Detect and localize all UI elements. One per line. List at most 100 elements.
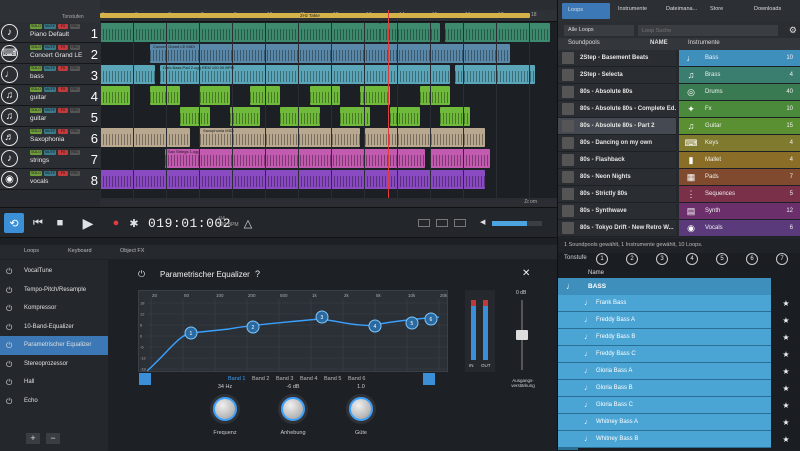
power-icon[interactable]: ⏻ [6, 304, 12, 314]
audio-clip[interactable] [280, 107, 320, 126]
strings-icon[interactable]: ♪ [1, 150, 18, 167]
solo-button[interactable]: SOLO [30, 45, 42, 50]
loop-item[interactable]: ♩ Gloria Bass C [558, 397, 771, 414]
star-icon[interactable]: ★ [773, 346, 799, 363]
instrument-row[interactable]: ♫ Guitar 15 [679, 118, 800, 135]
audio-clip[interactable] [365, 128, 485, 147]
guitar-icon[interactable]: ♫ [1, 87, 18, 104]
soundpool-row[interactable]: 80s - Flashback [558, 152, 676, 169]
audio-clip[interactable] [420, 86, 450, 105]
rec-button[interactable]: REC [70, 45, 80, 50]
mute-button[interactable]: MUTE [44, 66, 56, 71]
audio-clip[interactable] [390, 107, 420, 126]
audio-clip[interactable] [380, 23, 440, 42]
fx-button[interactable]: FX [58, 24, 68, 29]
audio-clip[interactable] [445, 23, 550, 42]
track-lane[interactable]: Saxophonia MIDI [100, 127, 557, 148]
track-header[interactable]: ⌨ SOLO MUTE FX REC Concert Grand LE 2 [0, 43, 100, 64]
bass-icon[interactable]: ♩ [1, 66, 18, 83]
tab-band-3[interactable]: Band 3 [276, 376, 293, 382]
instrument-row[interactable]: ⌨ Keys 4 [679, 135, 800, 152]
tonstufe-button[interactable]: 5 [716, 253, 728, 265]
solo-button[interactable]: SOLO [30, 87, 42, 92]
rewind-button[interactable]: ⏮ [28, 213, 48, 233]
effect-item[interactable]: ⏻ Hall [0, 373, 108, 392]
bass-group-header[interactable]: ♩ BASS [558, 278, 771, 295]
mute-button[interactable]: MUTE [44, 150, 56, 155]
effect-item[interactable]: ⏻ 10-Band-Equalizer [0, 318, 108, 337]
tab-band-6[interactable]: Band 6 [348, 376, 365, 382]
track-lane[interactable] [100, 169, 557, 190]
loop-item[interactable]: ♩ Whitney Bass B [558, 431, 771, 448]
track-lane[interactable]: Dark Bass Pad 2.ogg REM 100.00 BPM [100, 64, 557, 85]
tab-keyboard[interactable]: Keyboard [68, 248, 92, 254]
tab-dateimanager[interactable]: Dateimana... [666, 6, 697, 12]
effect-item[interactable]: ⏻ Kompressor [0, 299, 108, 318]
solo-button[interactable]: SOLO [30, 108, 42, 113]
settings-button[interactable]: ✱ [124, 213, 144, 233]
soundpool-row[interactable]: 80s - Neon Nights [558, 169, 676, 186]
soundpool-row[interactable]: 80s - Synthwave [558, 203, 676, 220]
power-icon[interactable]: ⏻ [6, 286, 12, 296]
audio-clip[interactable] [200, 86, 230, 105]
mute-button[interactable]: MUTE [44, 87, 56, 92]
track-header[interactable]: ◉ SOLO MUTE FX REC vocals 8 [0, 169, 100, 190]
power-icon[interactable]: ⏻ [138, 269, 145, 280]
tonstufe-button[interactable]: 1 [596, 253, 608, 265]
effect-item[interactable]: ⏻ VocalTune [0, 262, 108, 281]
audio-clip[interactable] [100, 170, 485, 189]
tab-loops-bottom[interactable]: Loops [24, 248, 39, 254]
loop-item[interactable]: ♩ Freddy Bass A [558, 312, 771, 329]
loop-item[interactable]: ♩ Gloria Bass B [558, 380, 771, 397]
audio-clip[interactable] [100, 128, 190, 147]
effect-item[interactable]: ⏻ Tempo-Pitch/Resample [0, 281, 108, 300]
name-sort-header[interactable]: NAME [650, 40, 668, 46]
loop-item[interactable]: ♩ Frank Bass [558, 295, 771, 312]
view-button-2[interactable] [436, 219, 448, 227]
gear-icon[interactable]: ⚙ [789, 25, 797, 36]
arrangement-area[interactable]: 56789101112131415161718 2Hz Takte Concer… [100, 0, 557, 207]
track-header[interactable]: ♫ SOLO MUTE FX REC guitar 4 [0, 85, 100, 106]
star-icon[interactable]: ★ [773, 414, 799, 431]
playhead[interactable] [388, 10, 389, 207]
mute-button[interactable]: MUTE [44, 45, 56, 50]
tonstufe-button[interactable]: 4 [686, 253, 698, 265]
star-icon[interactable]: ★ [773, 431, 799, 448]
fx-button[interactable]: FX [58, 129, 68, 134]
audio-clip[interactable]: Sax Strings 1.ogg [165, 149, 425, 168]
power-icon[interactable]: ⏻ [6, 341, 12, 351]
audio-clip[interactable]: Concert Grand LE MIDI [150, 44, 510, 63]
tab-loops[interactable]: Loops [562, 3, 610, 19]
fx-button[interactable]: FX [58, 45, 68, 50]
audio-clip[interactable] [340, 107, 370, 126]
tonstufe-button[interactable]: 7 [776, 253, 788, 265]
audio-clip[interactable] [100, 23, 380, 42]
instrument-row[interactable]: ▦ Pads 7 [679, 169, 800, 186]
rec-button[interactable]: REC [70, 129, 80, 134]
soundpool-row[interactable]: 80s - Absolute 80s - Part 2 [558, 118, 676, 135]
instrument-row[interactable]: ▮ Mallet 4 [679, 152, 800, 169]
view-button-1[interactable] [418, 219, 430, 227]
solo-button[interactable]: SOLO [30, 171, 42, 176]
tonstufe-button[interactable]: 6 [746, 253, 758, 265]
star-icon[interactable]: ★ [773, 312, 799, 329]
power-icon[interactable]: ⏻ [6, 360, 12, 370]
instrument-row[interactable]: ▤ Synth 12 [679, 203, 800, 220]
mute-button[interactable]: MUTE [44, 108, 56, 113]
instrument-row[interactable]: ◎ Drums 40 [679, 84, 800, 101]
power-icon[interactable]: ⏻ [6, 378, 12, 388]
effect-item[interactable]: ⏻ Parametrischer Equalizer [0, 336, 108, 355]
audio-clip[interactable] [430, 149, 490, 168]
knob-dial[interactable] [210, 394, 240, 424]
remove-effect-button[interactable]: − [46, 433, 60, 444]
tab-band-4[interactable]: Band 4 [300, 376, 317, 382]
instrument-row[interactable]: ♩ Bass 10 [679, 50, 800, 67]
loop-toggle-button[interactable]: ⟲ [4, 213, 24, 233]
track-lane[interactable] [100, 22, 557, 43]
low-shelf-icon[interactable] [139, 373, 151, 385]
power-icon[interactable]: ⏻ [6, 397, 12, 407]
star-icon[interactable]: ★ [773, 397, 799, 414]
record-button[interactable]: ● [106, 213, 126, 233]
star-icon[interactable]: ★ [773, 295, 799, 312]
knob-dial[interactable] [278, 394, 308, 424]
